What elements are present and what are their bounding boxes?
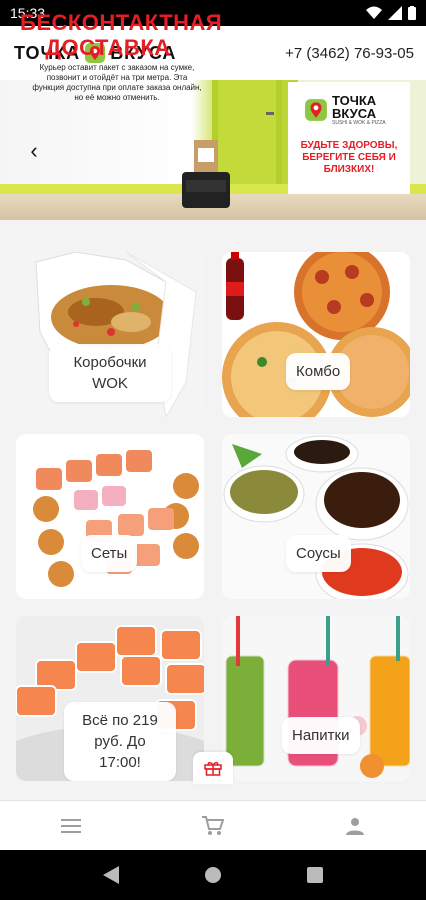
home-icon[interactable]	[204, 866, 222, 884]
sets-photo	[16, 434, 204, 599]
wifi-icon	[366, 6, 382, 19]
battery-icon	[408, 6, 416, 20]
category-label-drinks-line1: Напитки	[292, 727, 350, 744]
category-card-drinks[interactable]: Напитки	[222, 616, 410, 781]
nav-profile[interactable]	[284, 801, 426, 850]
gift-icon	[204, 761, 222, 776]
category-label-sets-line1: Сеты	[91, 545, 128, 562]
category-label-drinks: Напитки	[282, 717, 360, 754]
category-card-promo-219[interactable]: Всё по 219 руб. До 17:00!	[16, 616, 204, 781]
sauces-photo	[222, 434, 410, 599]
category-label-combo-line1: Комбо	[296, 363, 341, 380]
back-icon[interactable]	[102, 866, 119, 884]
delivery-bag-illustration	[182, 140, 230, 208]
category-label-sauces: Соусы	[286, 535, 351, 572]
banner-logo-sub: SUSHI & WOK & PIZZA	[332, 120, 386, 126]
drinks-photo	[222, 616, 410, 781]
banner-title-line2: ДОСТАВКА	[45, 35, 171, 60]
category-label-promo-219-line1: Всё по 219	[82, 712, 158, 729]
combo-photo	[222, 252, 410, 417]
category-label-sets: Сеты	[81, 535, 138, 572]
system-navigation-bar	[0, 850, 426, 900]
nav-cart[interactable]	[142, 801, 284, 850]
banner-logo: ТОЧКА ВКУСА SUSHI & WOK & PIZZA	[304, 94, 386, 126]
bottom-navigation	[0, 800, 426, 850]
category-card-sauces[interactable]: Соусы	[222, 434, 410, 599]
category-label-wok: Коробочки WOK	[49, 344, 171, 402]
category-card-wok[interactable]: Коробочки WOK	[16, 252, 204, 417]
profile-icon	[346, 817, 364, 835]
banner-prev-arrow[interactable]: ‹	[26, 140, 42, 164]
category-label-promo-219-line2: руб. До 17:00!	[94, 733, 146, 771]
status-icons	[366, 6, 416, 20]
gift-button[interactable]	[193, 752, 233, 784]
menu-icon	[61, 818, 81, 833]
category-card-combo[interactable]: Комбо	[222, 252, 410, 417]
banner-slogan: БУДЬТЕ ЗДОРОВЫ, БЕРЕГИТЕ СЕБЯ И БЛИЗКИХ!	[300, 140, 398, 175]
signal-icon	[388, 6, 402, 20]
category-label-combo: Комбо	[286, 353, 351, 390]
banner-title: БЕСКОНТАКТНАЯ ДОСТАВКА	[20, 10, 223, 60]
cart-icon	[202, 815, 224, 835]
category-label-promo-219: Всё по 219 руб. До 17:00!	[64, 702, 176, 781]
category-label-sauces-line1: Соусы	[296, 545, 341, 562]
banner-logo-line2: ВКУСА	[332, 106, 377, 121]
recents-icon[interactable]	[307, 867, 324, 883]
nav-menu[interactable]	[0, 801, 142, 850]
category-label-wok-line1: Коробочки	[73, 354, 147, 371]
banner-title-line1: БЕСКОНТАКТНАЯ	[20, 10, 223, 35]
category-card-sets[interactable]: Сеты	[16, 434, 204, 599]
category-label-wok-line2: WOK	[92, 375, 128, 392]
banner-text: Курьер оставит пакет с заказом на сумке,…	[32, 63, 202, 102]
phone-link[interactable]: +7 (3462) 76-93-05	[285, 45, 414, 62]
location-pin-icon	[305, 99, 327, 121]
